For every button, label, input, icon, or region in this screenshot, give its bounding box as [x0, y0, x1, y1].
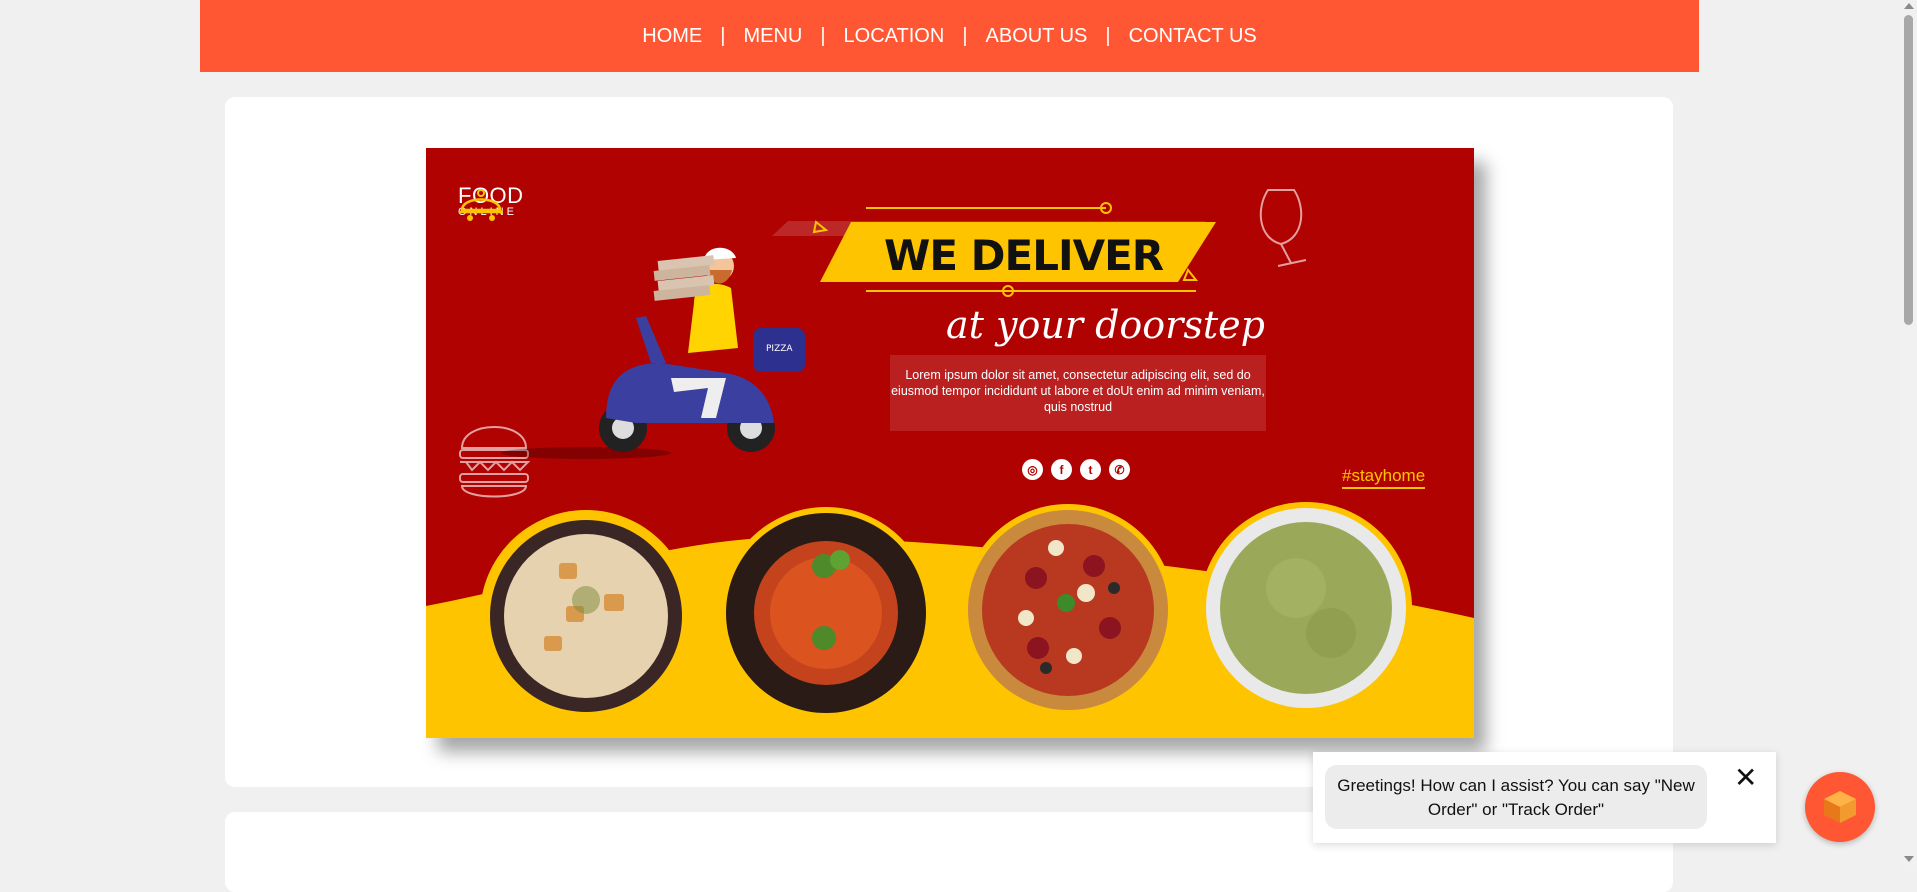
pizza-box-label: PIZZA	[766, 344, 793, 354]
delivery-rider-illustration: PIZZA	[501, 247, 805, 459]
instagram-icon[interactable]: ◎	[1022, 459, 1043, 480]
top-navbar: HOME | MENU | LOCATION | ABOUT US | CONT…	[200, 0, 1699, 72]
hashtag: #stayhome	[1342, 466, 1426, 489]
nav-separator: |	[1105, 24, 1111, 47]
cube-icon	[1824, 791, 1856, 823]
chat-popup: Greetings! How can I assist? You can say…	[1313, 752, 1776, 843]
cloche-icon	[459, 189, 503, 221]
banner-description: Lorem ipsum dolor sit amet, consectetur …	[890, 355, 1266, 431]
nav-separator: |	[820, 24, 826, 47]
burger-icon	[459, 426, 531, 498]
nav-about-us[interactable]: ABOUT US	[980, 25, 1094, 48]
whatsapp-icon[interactable]: ✆	[1109, 459, 1130, 480]
headline: WE DELIVER	[884, 231, 1164, 280]
pizza	[962, 504, 1174, 716]
nav-separator: |	[962, 24, 968, 47]
facebook-icon[interactable]: f	[1051, 459, 1072, 480]
nav-menu[interactable]: MENU	[737, 25, 808, 48]
scroll-down-arrow-icon[interactable]	[1904, 856, 1914, 862]
spaghetti-plate	[720, 507, 932, 719]
chat-greeting-message: Greetings! How can I assist? You can say…	[1325, 765, 1707, 829]
close-icon[interactable]: ✕	[1734, 764, 1757, 792]
nav-contact-us[interactable]: CONTACT US	[1123, 25, 1263, 48]
twitter-icon[interactable]: t	[1080, 459, 1101, 480]
scroll-up-arrow-icon[interactable]	[1904, 3, 1914, 9]
green-soup-bowl	[1200, 502, 1412, 714]
tagline: at your doorstep	[946, 303, 1265, 347]
food-online-logo: FOOD ONLINE	[458, 185, 524, 221]
scrollbar-thumb[interactable]	[1904, 15, 1913, 325]
nav-location[interactable]: LOCATION	[838, 25, 951, 48]
soup-bowl	[480, 510, 692, 722]
nav-home[interactable]: HOME	[636, 25, 708, 48]
chat-launcher-button[interactable]	[1805, 772, 1875, 842]
nav-separator: |	[720, 24, 726, 47]
wine-glass-icon	[1259, 189, 1307, 267]
vertical-scrollbar[interactable]	[1900, 0, 1917, 865]
delivery-banner: PIZZA FOOD ONLINE WE DELIVER at your doo…	[426, 148, 1474, 738]
social-icons: ◎ f t ✆	[1022, 459, 1130, 480]
